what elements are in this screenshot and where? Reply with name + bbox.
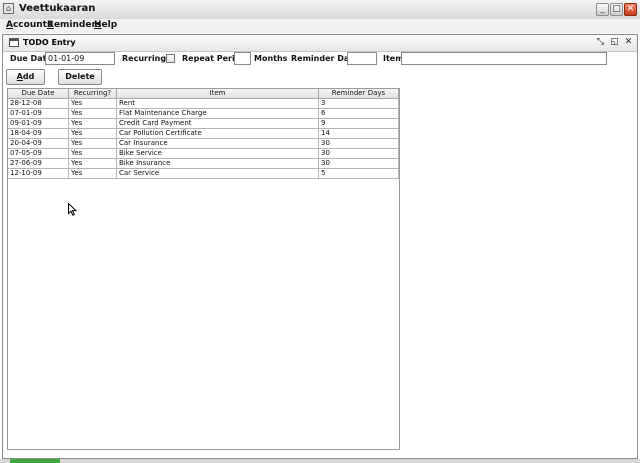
cell-item: Car Service — [117, 169, 319, 179]
col-header-reminder-days[interactable]: Reminder Days — [319, 89, 399, 99]
table-row[interactable]: 07-01-09 Yes Flat Maintenance Charge 6 — [8, 109, 399, 119]
cell-due-date: 18-04-09 — [8, 129, 69, 139]
menu-bar: Accounts Reminders Help — [0, 19, 640, 33]
months-label: Months — [254, 54, 288, 63]
cell-reminder-days: 5 — [319, 169, 399, 179]
window-icon — [9, 38, 19, 47]
cell-recurring: Yes — [69, 99, 117, 109]
cell-due-date: 28-12-08 — [8, 99, 69, 109]
due-date-input[interactable] — [45, 52, 115, 65]
close-icon[interactable]: ✕ — [623, 37, 634, 48]
table-row[interactable]: 12-10-09 Yes Car Service 5 — [8, 169, 399, 179]
col-header-due-date[interactable]: Due Date — [8, 89, 69, 99]
cell-due-date: 07-01-09 — [8, 109, 69, 119]
cell-reminder-days: 30 — [319, 139, 399, 149]
cell-reminder-days: 3 — [319, 99, 399, 109]
maximize-icon[interactable]: □ — [610, 3, 623, 16]
table-row[interactable]: 27-06-09 Yes Bike Insurance 30 — [8, 159, 399, 169]
window-titlebar[interactable]: ⌂ Veettukaaran _ □ ✕ — [0, 0, 640, 20]
close-icon[interactable]: ✕ — [624, 3, 637, 16]
cell-reminder-days: 9 — [319, 119, 399, 129]
cell-item: Bike Service — [117, 149, 319, 159]
frame-titlebar[interactable]: TODO Entry ⤡ ◱ ✕ — [3, 35, 637, 52]
add-button[interactable]: Add — [6, 69, 45, 85]
mouse-cursor-icon — [68, 203, 77, 216]
cell-item: Flat Maintenance Charge — [117, 109, 319, 119]
menu-accounts[interactable]: Accounts — [6, 20, 52, 30]
cell-reminder-days: 30 — [319, 149, 399, 159]
cell-due-date: 12-10-09 — [8, 169, 69, 179]
cell-recurring: Yes — [69, 149, 117, 159]
frame-title: TODO Entry — [23, 38, 76, 47]
cell-due-date: 07-05-09 — [8, 149, 69, 159]
cell-due-date: 20-04-09 — [8, 139, 69, 149]
cell-reminder-days: 6 — [319, 109, 399, 119]
minimize-icon[interactable]: _ — [596, 3, 609, 16]
item-input[interactable] — [401, 52, 607, 65]
col-header-item[interactable]: Item — [117, 89, 319, 99]
todo-table[interactable]: Due Date Recurring? Item Reminder Days 2… — [7, 88, 400, 450]
cell-recurring: Yes — [69, 119, 117, 129]
cell-reminder-days: 14 — [319, 129, 399, 139]
cell-recurring: Yes — [69, 159, 117, 169]
cell-item: Car Insurance — [117, 139, 319, 149]
delete-button[interactable]: Delete — [58, 69, 102, 85]
cell-item: Rent — [117, 99, 319, 109]
cell-item: Bike Insurance — [117, 159, 319, 169]
cell-recurring: Yes — [69, 109, 117, 119]
todo-entry-frame: TODO Entry ⤡ ◱ ✕ Due Date Recurring? Rep… — [2, 34, 638, 459]
menu-help-label: elp — [101, 20, 118, 30]
table-row[interactable]: 07-05-09 Yes Bike Service 30 — [8, 149, 399, 159]
recurring-checkbox[interactable] — [166, 54, 175, 63]
maximize-icon[interactable]: ◱ — [609, 37, 620, 48]
reminder-days-input[interactable] — [347, 52, 377, 65]
cell-recurring: Yes — [69, 129, 117, 139]
cell-item: Credit Card Payment — [117, 119, 319, 129]
desktop-bottom-edge — [0, 459, 640, 463]
window-title: Veettukaaran — [19, 3, 96, 14]
cell-item: Car Pollution Certificate — [117, 129, 319, 139]
table-row[interactable]: 20-04-09 Yes Car Insurance 30 — [8, 139, 399, 149]
taskbar-sliver — [10, 459, 60, 463]
cell-reminder-days: 30 — [319, 159, 399, 169]
table-header: Due Date Recurring? Item Reminder Days — [8, 89, 399, 99]
col-header-recurring[interactable]: Recurring? — [69, 89, 117, 99]
add-button-label: dd — [22, 72, 35, 81]
table-row[interactable]: 09-01-09 Yes Credit Card Payment 9 — [8, 119, 399, 129]
menu-help[interactable]: Help — [94, 20, 117, 30]
recurring-label: Recurring? — [122, 54, 171, 63]
cell-due-date: 27-06-09 — [8, 159, 69, 169]
cell-due-date: 09-01-09 — [8, 119, 69, 129]
table-row[interactable]: 28-12-08 Yes Rent 3 — [8, 99, 399, 109]
menu-help-mnemonic: H — [94, 20, 102, 30]
house-icon: ⌂ — [3, 3, 14, 14]
menu-reminders-mnemonic: R — [47, 20, 54, 30]
menu-accounts-mnemonic: A — [6, 20, 13, 30]
cell-recurring: Yes — [69, 139, 117, 149]
repeat-period-input[interactable] — [234, 52, 251, 65]
table-row[interactable]: 18-04-09 Yes Car Pollution Certificate 14 — [8, 129, 399, 139]
iconify-icon[interactable]: ⤡ — [595, 37, 606, 48]
cell-recurring: Yes — [69, 169, 117, 179]
